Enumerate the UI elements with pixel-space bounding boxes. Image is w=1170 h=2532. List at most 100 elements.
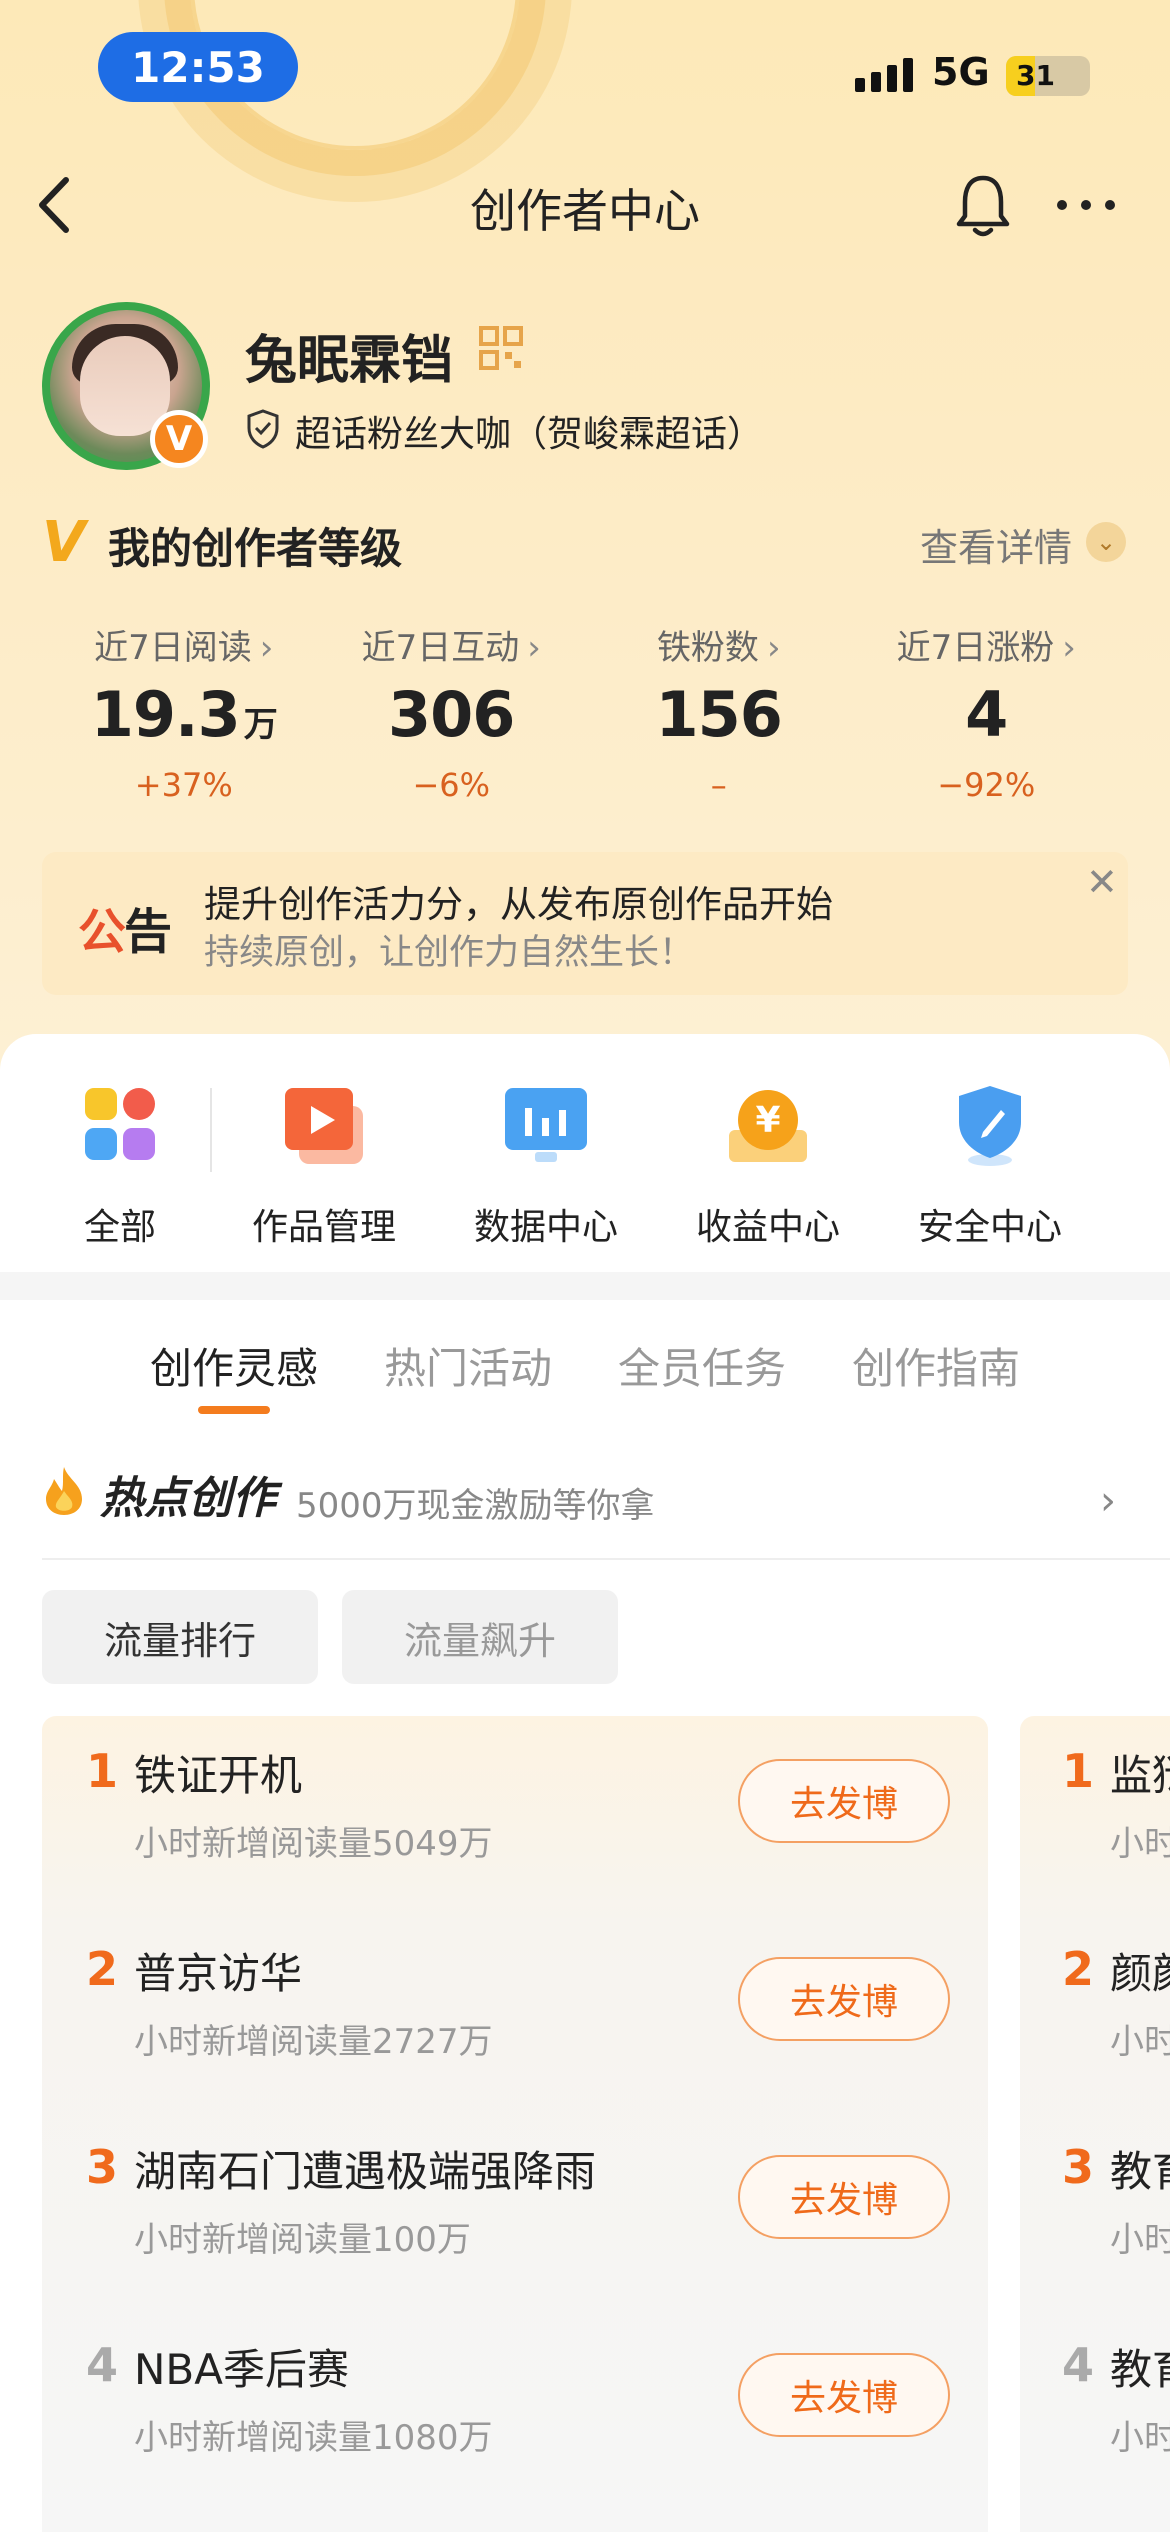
shortcut-bar: 全部 作品管理 数据中心 ¥ 收益中心 安全中心 [0, 1034, 1170, 1272]
qr-code-icon[interactable] [478, 325, 524, 371]
stat-iron-fans[interactable]: 铁粉数 › 156 – [585, 620, 853, 804]
status-time: 12:53 [98, 32, 298, 102]
shortcut-label: 作品管理 [251, 1207, 396, 1248]
stat-label: 近7日涨粉 [896, 628, 1055, 668]
stat-label: 近7日互动 [361, 628, 520, 668]
view-details-link[interactable]: 查看详情 [920, 517, 1072, 572]
topic-title: 颜颜 [1110, 1949, 1170, 1998]
topic-meta: 小时新增阅读量1080万 [134, 2418, 493, 2458]
chevron-right-icon: › [766, 628, 781, 668]
topic-meta: 小时 [1110, 2022, 1170, 2062]
rank-number: 1 [86, 1744, 119, 1798]
topic-title: 监狱 [1110, 1751, 1170, 1800]
topic-meta: 小时 [1110, 1824, 1170, 1864]
stat-new-fans[interactable]: 近7日涨粉 › 4 −92% [853, 620, 1121, 804]
list-item[interactable]: 3 湖南石门遭遇极端强降雨 小时新增阅读量100万 去发博 [42, 2112, 988, 2292]
stat-change: +37% [134, 766, 233, 804]
shortcut-label: 收益中心 [695, 1207, 840, 1248]
rank-number: 3 [86, 2140, 119, 2194]
shield-icon [247, 409, 279, 449]
bell-icon[interactable] [953, 170, 1013, 240]
post-button[interactable]: 去发博 [738, 2353, 950, 2437]
shortcut-label: 安全中心 [917, 1207, 1062, 1248]
tab-all-tasks[interactable]: 全员任务 [618, 1335, 786, 1396]
chevron-right-icon: › [259, 628, 274, 668]
svg-text:¥: ¥ [755, 1100, 780, 1141]
divider [42, 1558, 1170, 1560]
filter-traffic-rank[interactable]: 流量排行 [42, 1590, 318, 1684]
topic-meta: 小时新增阅读量2727万 [134, 2022, 493, 2062]
shortcut-data-center[interactable]: 数据中心 [446, 1080, 646, 1250]
stat-value: 4 [965, 678, 1008, 751]
stats-row: 近7日阅读 › 19.3 万 +37% 近7日互动 › 306 −6% 铁粉数 › 15… [50, 620, 1120, 804]
topic-title: NBA季后赛 [134, 2345, 349, 2394]
flame-icon [46, 1467, 82, 1515]
shortcut-label: 数据中心 [473, 1207, 618, 1248]
topic-title: 教育 [1110, 2345, 1170, 2394]
hot-section-title: 热点创作 [100, 1473, 276, 1524]
tab-hot-events[interactable]: 热门活动 [384, 1335, 552, 1396]
shortcut-works[interactable]: 作品管理 [224, 1080, 424, 1250]
post-button[interactable]: 去发博 [738, 2155, 950, 2239]
post-button[interactable]: 去发博 [738, 1759, 950, 1843]
chevron-right-icon: › [527, 628, 541, 668]
signal-icon [855, 58, 913, 92]
more-icon[interactable] [1057, 200, 1115, 210]
shortcut-label: 全部 [83, 1207, 156, 1248]
close-icon[interactable]: ✕ [1086, 860, 1118, 904]
stat-change: – [710, 766, 727, 804]
verified-badge: V [150, 410, 208, 468]
announcement-title: 提升创作活力分，从发布原创作品开始 [204, 883, 833, 926]
stat-change: −6% [412, 766, 491, 804]
topic-meta: 小时 [1110, 2418, 1170, 2458]
announcement-tag: 公告 [78, 904, 172, 960]
rank-number: 2 [1062, 1942, 1095, 1996]
topic-title: 铁证开机 [134, 1751, 303, 1800]
shortcut-earnings[interactable]: ¥ 收益中心 [668, 1080, 868, 1250]
announcement-banner[interactable]: 公告 提升创作活力分，从发布原创作品开始 持续原创，让创作力自然生长！ ✕ [42, 852, 1128, 995]
fan-tag[interactable]: 超话粉丝大咖（贺峻霖超话） [295, 405, 763, 457]
post-button[interactable]: 去发博 [738, 1957, 950, 2041]
tab-inspiration[interactable]: 创作灵感 [150, 1335, 318, 1396]
stat-interactions[interactable]: 近7日互动 › 306 −6% [318, 620, 586, 804]
active-tab-indicator [198, 1406, 270, 1414]
network-type: 5G [932, 50, 990, 94]
filter-traffic-surge[interactable]: 流量飙升 [342, 1590, 618, 1684]
chevron-right-icon[interactable]: › [1100, 1478, 1116, 1524]
list-item[interactable]: 2 普京访华 小时新增阅读量2727万 去发博 [42, 1914, 988, 2094]
ranking-card-secondary[interactable]: 1 监狱 小时 2 颜颜 小时 3 教育 小时 4 教育 小时 [1020, 1716, 1170, 2532]
battery-level: 31 [1016, 59, 1055, 92]
shortcut-all[interactable]: 全部 [20, 1080, 220, 1250]
grid-apps-icon [85, 1088, 155, 1160]
stat-value: 156 [655, 678, 783, 751]
topic-meta: 小时新增阅读量100万 [134, 2220, 471, 2260]
shortcut-security[interactable]: 安全中心 [890, 1080, 1090, 1250]
list-item[interactable]: 4 NBA季后赛 小时新增阅读量1080万 去发博 [42, 2310, 988, 2490]
bar-chart-icon [505, 1088, 587, 1162]
stat-change: −92% [937, 766, 1036, 804]
announcement-subtitle: 持续原创，让创作力自然生长！ [204, 933, 695, 973]
stat-value: 19.3 [90, 678, 241, 751]
level-title: 我的创作者等级 [108, 524, 403, 573]
stat-unit: 万 [243, 705, 278, 745]
topic-title: 普京访华 [134, 1949, 303, 1998]
list-item[interactable]: 1 铁证开机 小时新增阅读量5049万 去发博 [42, 1716, 988, 1896]
rank-number: 2 [86, 1942, 119, 1996]
topic-title: 教育 [1110, 2147, 1170, 2196]
hot-section-subtitle: 5000万现金激励等你拿 [296, 1486, 655, 1526]
rank-number: 4 [86, 2338, 119, 2392]
chevron-down-icon[interactable]: ⌄ [1086, 522, 1126, 562]
shield-pen-icon [959, 1086, 1021, 1166]
ranking-card: 1 铁证开机 小时新增阅读量5049万 去发博 2 普京访华 小时新增阅读量27… [42, 1716, 988, 2532]
topic-title: 湖南石门遭遇极端强降雨 [134, 2147, 597, 2196]
topic-meta: 小时 [1110, 2220, 1170, 2260]
stat-value: 306 [388, 678, 515, 751]
rank-number: 1 [1062, 1744, 1095, 1798]
stat-label: 近7日阅读 [94, 628, 252, 668]
stat-label: 铁粉数 [656, 628, 759, 668]
battery-icon: 31 [1006, 56, 1090, 96]
divider [210, 1088, 212, 1172]
tab-guide[interactable]: 创作指南 [852, 1335, 1020, 1396]
topic-meta: 小时新增阅读量5049万 [134, 1824, 493, 1864]
stat-reads[interactable]: 近7日阅读 › 19.3 万 +37% [50, 620, 318, 804]
